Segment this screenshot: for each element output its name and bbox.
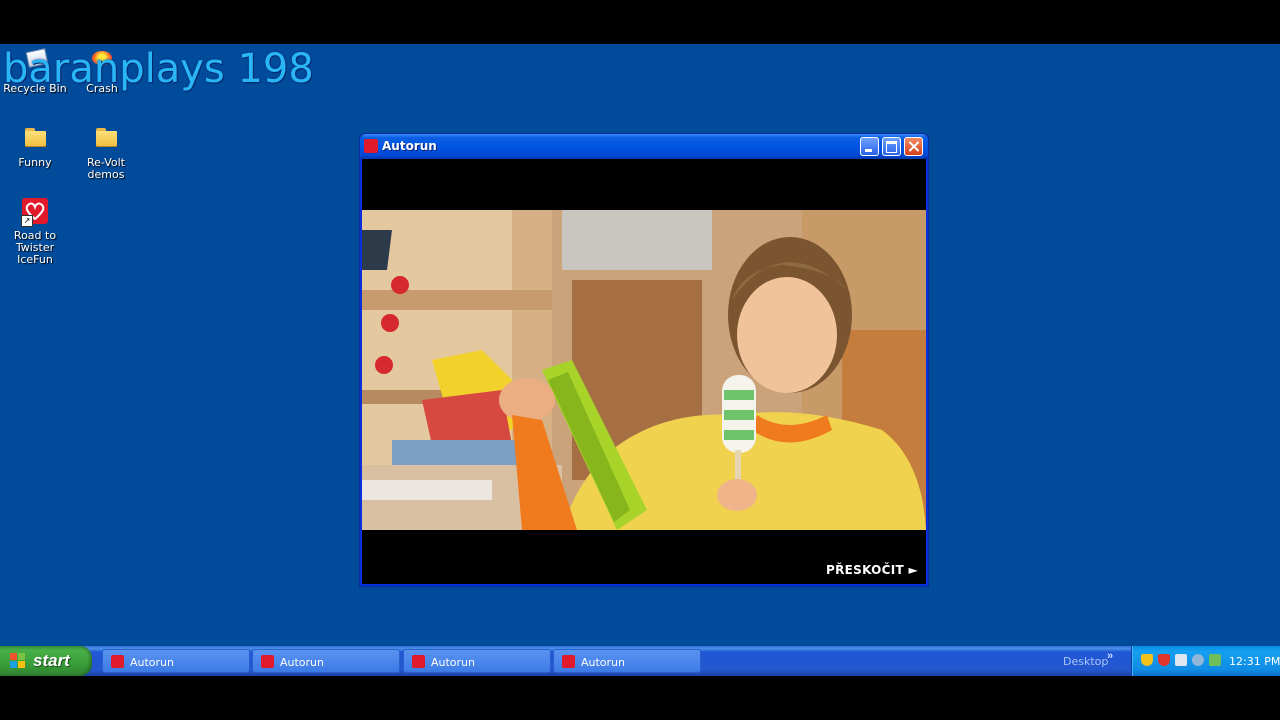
shield-alert-icon[interactable] — [1158, 654, 1170, 666]
app-icon — [261, 655, 274, 668]
desktop: Recycle Bin Crash baranplays 198 Funny R… — [0, 44, 1280, 676]
minimize-button[interactable] — [860, 137, 879, 156]
shortcut-arrow-icon: ↗ — [21, 215, 33, 227]
autorun-window: Autorun PŘESKOČIT ► — [359, 133, 929, 587]
app-icon — [562, 655, 575, 668]
window-client-area: PŘESKOČIT ► — [362, 159, 926, 584]
safely-remove-icon[interactable] — [1209, 654, 1221, 666]
app-icon — [412, 655, 425, 668]
folder-icon — [90, 122, 122, 154]
taskbar-button-autorun[interactable]: Autorun — [102, 649, 250, 673]
taskbar-button-autorun[interactable]: Autorun — [553, 649, 701, 673]
folder-icon — [19, 122, 51, 154]
app-icon — [364, 139, 378, 153]
desktop-icon-label: Funny — [18, 156, 52, 169]
volume-icon[interactable] — [1192, 654, 1204, 666]
maximize-button[interactable] — [882, 137, 901, 156]
task-label: Autorun — [581, 656, 626, 669]
desktop-icon-funny[interactable]: Funny — [0, 122, 71, 169]
video-scene — [362, 210, 926, 530]
clock[interactable]: 12:31 PM — [1229, 655, 1280, 668]
skip-button[interactable]: PŘESKOČIT ► — [826, 563, 918, 577]
task-label: Autorun — [280, 656, 325, 669]
desktop-icon-re-volt-demos[interactable]: Re-Volt demos — [70, 122, 142, 181]
desktop-toolbar-label[interactable]: Desktop — [1063, 655, 1108, 668]
taskbar-button-autorun[interactable]: Autorun — [403, 649, 551, 673]
desktop-icon-label: Road to Twister IceFun — [13, 229, 57, 266]
start-button[interactable]: start — [0, 646, 92, 676]
windows-logo-icon — [10, 653, 26, 669]
video-overlay-watermark: baranplays 198 — [3, 46, 314, 92]
wall-logo-icon: ↗ — [19, 195, 51, 227]
taskbar: start Autorun Autorun Autorun Autorun De… — [0, 646, 1280, 676]
taskbar-button-autorun[interactable]: Autorun — [252, 649, 400, 673]
network-icon[interactable] — [1175, 654, 1187, 666]
window-title: Autorun — [382, 139, 437, 153]
desktop-icon-label: Re-Volt demos — [86, 156, 125, 181]
task-label: Autorun — [431, 656, 476, 669]
app-icon — [111, 655, 124, 668]
window-titlebar[interactable]: Autorun — [360, 134, 928, 159]
system-tray: 12:31 PM — [1131, 646, 1280, 676]
toolbar-chevron-icon[interactable]: » — [1107, 650, 1113, 662]
video-frame[interactable] — [362, 210, 926, 530]
close-button[interactable] — [904, 137, 923, 156]
security-shield-icon[interactable] — [1141, 654, 1153, 666]
start-label: start — [33, 651, 70, 670]
desktop-icon-road-to-twister[interactable]: ↗ Road to Twister IceFun — [0, 195, 71, 266]
task-label: Autorun — [130, 656, 175, 669]
